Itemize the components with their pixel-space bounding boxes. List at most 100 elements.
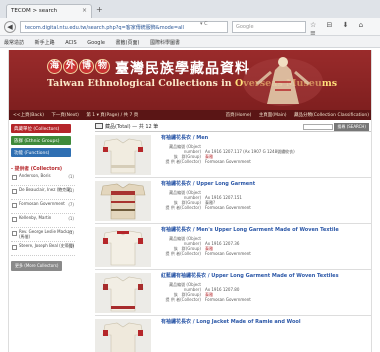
new-tab-icon[interactable]: + bbox=[96, 5, 103, 14]
collector-count: (7) bbox=[68, 202, 74, 207]
field-label: 提 供 者(Collector) bbox=[165, 297, 201, 302]
record-info: 有袖繡花長衣 / Upper Long Garment 藏品編號 (Object… bbox=[161, 181, 369, 210]
bookmark-item[interactable]: 國際科學圖書 bbox=[150, 40, 180, 46]
search-input[interactable]: Google bbox=[232, 21, 306, 33]
address-bar[interactable]: tecom.digital.ntu.edu.tw/search.php?q=客家… bbox=[20, 21, 228, 33]
collector-filter-item[interactable]: Rev. George Leslie Mackay (馬偕) (1) bbox=[11, 228, 75, 242]
ethnic-groups-filter-button[interactable]: 族群 (Ethnic Groups) bbox=[11, 136, 71, 145]
record-title-link[interactable]: 紅藍繡有袖繡花長衣 / Upper Long Garment Made of W… bbox=[161, 273, 369, 279]
logo-circle: 海 bbox=[47, 59, 62, 74]
field-label: 藏品編號 (Object number) bbox=[169, 282, 201, 292]
result-record: 有袖繡花長衣 / Upper Long Garment 藏品編號 (Object… bbox=[95, 178, 371, 224]
collector-name: Rev. George Leslie Mackay (馬偕) bbox=[19, 229, 73, 239]
back-arrow-icon[interactable]: ◀ bbox=[4, 21, 16, 33]
object-number-row: 藏品編號 (Object number) Ax 1916 1207.80 bbox=[165, 282, 369, 292]
collector-count: (1) bbox=[68, 188, 74, 193]
main-link[interactable]: 主頁面(Main) bbox=[259, 113, 287, 118]
collector-count: (1) bbox=[68, 230, 74, 235]
collector-filter-item[interactable]: Kellenby, Martin (1) bbox=[11, 214, 75, 228]
collector-filter-item[interactable]: Formosan Government (7) bbox=[11, 200, 75, 214]
checkbox[interactable] bbox=[12, 203, 17, 208]
collector-row: 提 供 者(Collector) Formosan Government bbox=[165, 251, 369, 256]
collectors-filter-button[interactable]: 典藏單位 (Collectors) bbox=[11, 124, 71, 133]
object-number-row: 藏品編號 (Object number) Ax 1916 1207.36 bbox=[165, 236, 369, 246]
collector-count: (1) bbox=[68, 244, 74, 249]
field-value: Formosan Government bbox=[205, 159, 251, 164]
home-link[interactable]: 首頁(Home) bbox=[226, 113, 252, 118]
checkbox[interactable] bbox=[12, 189, 17, 194]
results-search-button[interactable]: 搜尋 (SEARCH) bbox=[334, 123, 369, 131]
page-selector[interactable]: 第 1 ▾ 頁(Page) / 共 7 頁 bbox=[86, 113, 138, 118]
reload-icon[interactable]: ▾ C bbox=[200, 21, 208, 27]
site-title-chinese: 臺灣民族學藏品資料 bbox=[115, 61, 250, 77]
page: 海外博物 臺灣民族學藏品資料 Taiwan Ethnological Colle… bbox=[0, 48, 380, 352]
record-info: 有袖繡花長衣 / Long Jacket Made of Ramie and W… bbox=[161, 319, 369, 325]
site-banner: 海外博物 臺灣民族學藏品資料 Taiwan Ethnological Colle… bbox=[9, 50, 371, 110]
book-icon bbox=[95, 123, 103, 129]
collector-row: 提 供 者(Collector) Formosan Government bbox=[165, 297, 369, 302]
collector-name: Formosan Government bbox=[19, 201, 65, 206]
classification-link[interactable]: 藏品分類(Collection Classification) bbox=[294, 113, 369, 118]
result-record: 紅藍繡有袖繡花長衣 / Upper Long Garment Made of W… bbox=[95, 270, 371, 316]
garment-thumbnail[interactable] bbox=[95, 273, 151, 313]
logo-circle: 外 bbox=[63, 59, 78, 74]
browser-tab[interactable]: TECOM > search × bbox=[6, 4, 92, 18]
bookmark-item[interactable]: ACIS bbox=[65, 40, 76, 46]
field-label: 提 供 者(Collector) bbox=[165, 251, 201, 256]
toolbar-icons[interactable]: ☆ ⊟ ⬇ ⌂ ≡ bbox=[310, 21, 380, 37]
record-info: 紅藍繡有袖繡花長衣 / Upper Long Garment Made of W… bbox=[161, 273, 369, 302]
field-label: 提 供 者(Collector) bbox=[165, 205, 201, 210]
collector-name: Kellenby, Martin bbox=[19, 215, 52, 220]
field-label: 藏品編號 (Object number) bbox=[169, 144, 201, 154]
result-record: 有袖繡花長衣 / Long Jacket Made of Ramie and W… bbox=[95, 316, 371, 352]
back-page-link[interactable]: <<上頁(Back) bbox=[13, 113, 44, 118]
results-search-tools: 搜尋 (SEARCH) bbox=[302, 123, 369, 131]
checkbox[interactable] bbox=[12, 245, 17, 250]
filter-sidebar: 典藏單位 (Collectors) 族群 (Ethnic Groups) 功能 … bbox=[11, 124, 75, 350]
results-panel: 藏品(Total) — 共 12 筆 搜尋 (SEARCH) 有袖繡花長衣 / … bbox=[95, 122, 371, 352]
collector-row: 提 供 者(Collector) Formosan Government bbox=[165, 205, 369, 210]
close-tab-icon[interactable]: × bbox=[82, 7, 87, 14]
record-info: 有袖繡花長衣 / Men 藏品編號 (Object number) Ax 1916… bbox=[161, 135, 369, 164]
collector-name: De Beauclair, Inez (鮑克蘭) bbox=[19, 187, 72, 192]
collector-filter-item[interactable]: Anderson, Boris (1) bbox=[11, 172, 75, 186]
site-container: 海外博物 臺灣民族學藏品資料 Taiwan Ethnological Colle… bbox=[8, 50, 372, 352]
garment-thumbnail[interactable] bbox=[95, 319, 151, 352]
collector-filter-item[interactable]: De Beauclair, Inez (鮑克蘭) (1) bbox=[11, 186, 75, 200]
field-value: Formosan Government bbox=[205, 297, 251, 302]
logo-circle: 博 bbox=[79, 59, 94, 74]
functions-filter-button[interactable]: 功能 (Functions) bbox=[11, 148, 71, 157]
checkbox[interactable] bbox=[12, 231, 17, 236]
title-prefix: Taiwan Ethnological Collections in bbox=[47, 78, 235, 89]
checkbox[interactable] bbox=[12, 175, 17, 180]
record-title-link[interactable]: 有袖繡花長衣 / Men bbox=[161, 135, 369, 141]
collector-filter-item[interactable]: Steere, Joseph Beal (史蒂爾) (1) bbox=[11, 242, 75, 256]
bookmarks-bar: 最常造訪 新手上路 ACIS Google 書籤(頁面) 國際科學圖書 bbox=[0, 36, 380, 48]
collector-count: (1) bbox=[68, 174, 74, 179]
garment-thumbnail[interactable] bbox=[95, 227, 151, 267]
result-record: 有袖繡花長衣 / Men 藏品編號 (Object number) Ax 1916… bbox=[95, 132, 371, 178]
record-title-link[interactable]: 有袖繡花長衣 / Long Jacket Made of Ramie and W… bbox=[161, 319, 369, 325]
record-title-link[interactable]: 有袖繡花長衣 / Upper Long Garment bbox=[161, 181, 369, 187]
bookmark-item[interactable]: 新手上路 bbox=[35, 40, 55, 46]
field-label: 藏品編號 (Object number) bbox=[169, 236, 201, 246]
object-number-row: 藏品編號 (Object number) Ax 1916 1207.151 bbox=[165, 190, 369, 200]
record-title-link[interactable]: 有袖繡花長衣 / Men's Upper Long Garment Made o… bbox=[161, 227, 369, 233]
collector-row: 提 供 者(Collector) Formosan Government bbox=[165, 159, 369, 164]
logo-circles: 海外博物 bbox=[47, 59, 111, 74]
browser-nav-bar: ◀ tecom.digital.ntu.edu.tw/search.php?q=… bbox=[0, 18, 380, 37]
results-header: 藏品(Total) — 共 12 筆 搜尋 (SEARCH) bbox=[95, 122, 371, 132]
garment-thumbnail[interactable] bbox=[95, 181, 151, 221]
checkbox[interactable] bbox=[12, 217, 17, 222]
result-record: 有袖繡花長衣 / Men's Upper Long Garment Made o… bbox=[95, 224, 371, 270]
bookmark-item[interactable]: 書籤(頁面) bbox=[116, 40, 140, 46]
field-value: Formosan Government bbox=[205, 205, 251, 210]
field-value: Formosan Government bbox=[205, 251, 251, 256]
results-total: 藏品(Total) — 共 12 筆 bbox=[105, 124, 159, 130]
more-collectors-button[interactable]: 更多 (More Collectors) bbox=[11, 261, 63, 271]
next-page-link[interactable]: 下一頁(Next) bbox=[51, 113, 79, 118]
results-search-input[interactable] bbox=[302, 124, 333, 130]
garment-thumbnail[interactable] bbox=[95, 135, 151, 175]
bookmark-item[interactable]: 最常造訪 bbox=[4, 40, 24, 46]
bookmark-item[interactable]: Google bbox=[87, 40, 105, 46]
